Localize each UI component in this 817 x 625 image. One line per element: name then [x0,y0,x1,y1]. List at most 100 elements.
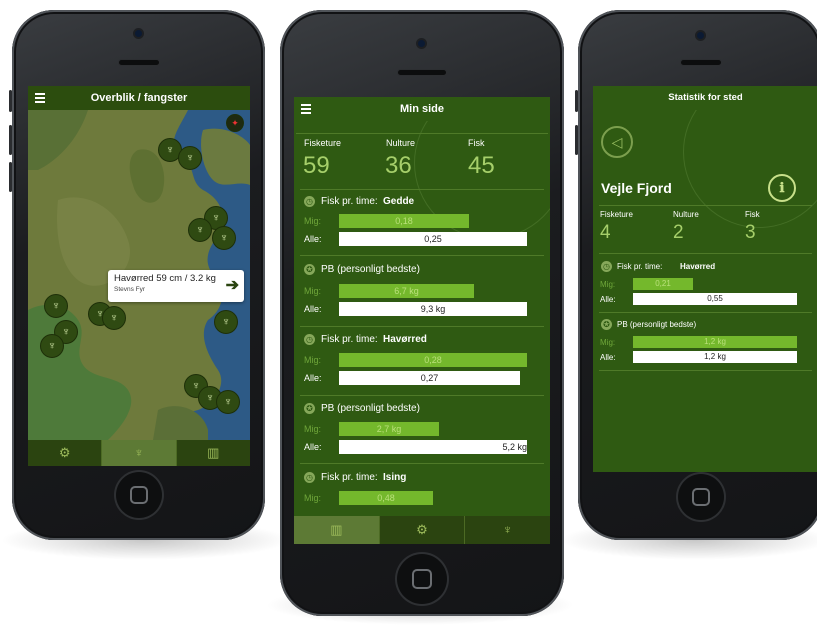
mig-bar: 1,2 kg [633,336,797,348]
callout-title: Havørred 59 cm / 3.2 kg [114,273,216,284]
stat-value: 45 [468,152,495,179]
stat-value: 59 [303,152,330,179]
species-name: Havørred [383,334,427,345]
camera-icon [135,30,142,37]
tab-map[interactable]: ♆ [102,440,177,466]
statistics-icon: ▥ [207,445,220,460]
speaker [681,60,721,65]
tab-map[interactable]: ♆ [465,516,550,544]
place-stats-screen: Statistik for sted ◁ Vejle Fjord ℹ Fiske… [593,86,817,472]
navbar: Min side [294,97,550,121]
clock-icon: ◷ [304,334,315,345]
mig-bar: 0,48 [339,491,433,505]
phone-map: Overblik / fangster ✦ ♆ ♆ ♆ ♆ ♆ ♆ ♆ ♆ ♆ … [9,10,265,540]
mig-label: Mig: [600,338,616,347]
section-header: Fisk pr. time: [321,472,378,483]
section-header: Fisk pr. time: [321,196,378,207]
clock-icon: ◷ [601,261,612,272]
fish-pin-icon[interactable]: ♆ [188,218,212,242]
alle-bar: 5,2 kg [339,440,527,454]
alle-bar: 0,27 [339,371,520,385]
fish-pin-icon[interactable]: ♆ [214,310,238,334]
stat-value: 4 [600,222,611,243]
my-page-screen: Min side Fisketure 59 Nulture 36 Fisk 45… [294,97,550,544]
mig-label: Mig: [600,280,616,289]
section-header: PB (personligt bedste) [321,264,420,275]
section-header: Fisk pr. time: [617,262,663,271]
home-button[interactable] [116,472,162,518]
map-view[interactable]: ✦ ♆ ♆ ♆ ♆ ♆ ♆ ♆ ♆ ♆ ♆ ♆ ♆ ♆ ♆ Havørred 5… [28,110,250,440]
alle-bar: 0,55 [633,293,797,305]
phone-place-stats: Statistik for sted ◁ Vejle Fjord ℹ Fiske… [575,10,817,540]
species-name: Havørred [680,262,716,271]
stat-label: Fisketure [304,138,342,148]
info-icon[interactable]: ℹ [768,174,796,202]
clock-icon: ◷ [304,196,315,207]
mig-bar: 6,7 kg [339,284,474,298]
fish-pin-icon[interactable]: ♆ [40,334,64,358]
stat-value: 2 [673,222,684,243]
alle-label: Alle: [304,373,322,383]
home-button[interactable] [678,474,724,520]
mig-label: Mig: [304,493,322,503]
fish-pin-icon[interactable]: ♆ [178,146,202,170]
stat-label: Nulture [673,210,699,219]
speaker [119,60,159,65]
fish-icon: ♆ [134,445,144,460]
fish-pin-icon[interactable]: ♆ [212,226,236,250]
compass-icon[interactable]: ✦ [226,114,244,132]
mig-bar: 2,7 kg [339,422,439,436]
map-screen: Overblik / fangster ✦ ♆ ♆ ♆ ♆ ♆ ♆ ♆ ♆ ♆ … [28,86,250,466]
medal-icon: ✪ [601,319,612,330]
alle-label: Alle: [600,353,616,362]
alle-bar: 1,2 kg [633,351,797,363]
arrow-right-icon[interactable]: ➔ [226,275,239,295]
alle-bar: 9,3 kg [339,302,527,316]
alle-label: Alle: [304,234,322,244]
tab-statistics[interactable]: ▥ [294,516,380,544]
stat-value: 3 [745,222,756,243]
tab-statistics[interactable]: ▥ [177,440,250,466]
mig-bar: 0,28 [339,353,527,367]
fish-pin-icon[interactable]: ♆ [216,390,240,414]
clock-icon: ◷ [304,472,315,483]
angler-icon: ⚙ [416,522,428,537]
stat-value: 36 [385,152,412,179]
tab-angler[interactable]: ⚙ [380,516,466,544]
stat-label: Fisk [745,210,760,219]
catch-callout[interactable]: Havørred 59 cm / 3.2 kg Stevns Fyr ➔ [108,270,244,302]
page-title: Min side [399,103,444,115]
fish-pin-icon[interactable]: ♆ [102,306,126,330]
stat-label: Fisketure [600,210,633,219]
angler-icon: ⚙ [58,445,71,460]
mig-label: Mig: [304,355,322,365]
stat-label: Nulture [386,138,416,148]
tab-angler[interactable]: ⚙ [28,440,103,466]
navbar: Statistik for sted [593,86,817,110]
section-header: Fisk pr. time: [321,334,378,345]
alle-label: Alle: [600,295,616,304]
back-icon[interactable]: ◁ [601,126,633,158]
home-button[interactable] [397,554,447,604]
medal-icon: ✪ [304,403,315,414]
page-title: Statistik for sted [668,92,743,103]
tab-bar: ▥ ⚙ ♆ [294,516,550,544]
species-name: Ising [383,472,407,483]
alle-label: Alle: [304,442,322,452]
species-name: Gedde [383,196,415,207]
callout-subtitle: Stevns Fyr [114,286,146,293]
fish-pin-icon[interactable]: ♆ [44,294,68,318]
camera-icon [418,40,425,47]
mig-label: Mig: [304,424,322,434]
tab-bar: ⚙ ♆ ▥ [28,440,250,466]
mig-bar: 0,18 [339,214,469,228]
mig-label: Mig: [304,286,322,296]
mig-label: Mig: [304,216,322,226]
alle-bar: 0,25 [339,232,527,246]
fish-icon: ♆ [502,522,513,537]
medal-icon: ✪ [304,264,315,275]
section-header: PB (personligt bedste) [321,403,420,414]
mig-bar: 0,21 [633,278,693,290]
page-title: Overblik / fangster [90,92,188,104]
alle-label: Alle: [304,304,322,314]
